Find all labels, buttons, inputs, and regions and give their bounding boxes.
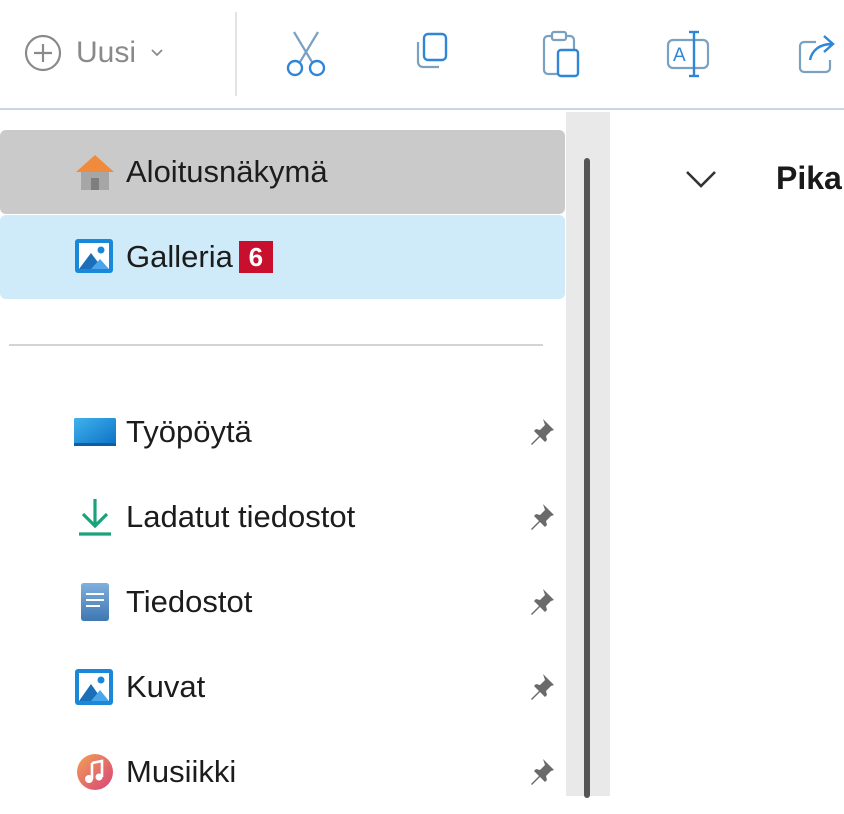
nav-item-pictures-label: Kuvat — [126, 669, 206, 704]
copy-icon[interactable] — [408, 28, 456, 80]
home-icon — [76, 155, 114, 190]
new-button[interactable]: Uusi — [22, 24, 202, 82]
desktop-icon — [74, 418, 116, 446]
plus-circle-icon — [24, 34, 62, 72]
sidebar-divider — [9, 344, 543, 346]
nav-item-gallery-label: Galleria — [126, 239, 233, 274]
nav-item-music[interactable]: Musiikki — [0, 730, 565, 814]
music-icon — [77, 754, 113, 790]
pin-icon[interactable] — [527, 416, 557, 446]
pin-icon[interactable] — [527, 671, 557, 701]
sidebar-scrollbar-thumb[interactable] — [584, 158, 590, 798]
pin-icon[interactable] — [527, 501, 557, 531]
new-button-label: Uusi — [76, 36, 137, 69]
nav-item-home-label: Aloitusnäkymä — [126, 154, 328, 189]
share-icon[interactable] — [794, 28, 842, 80]
paste-icon[interactable] — [538, 28, 586, 80]
section-title: Pika — [776, 160, 842, 196]
toolbar-separator — [235, 12, 237, 96]
gallery-icon — [75, 239, 113, 273]
callout-badge: 6 — [238, 241, 273, 273]
nav-item-pictures[interactable]: Kuvat — [0, 645, 565, 729]
download-icon — [79, 499, 111, 536]
nav-item-home[interactable]: Aloitusnäkymä — [0, 130, 565, 214]
svg-text:A: A — [673, 45, 686, 66]
nav-item-downloads-label: Ladatut tiedostot — [126, 499, 356, 534]
pictures-icon — [75, 669, 113, 705]
nav-item-music-label: Musiikki — [126, 754, 237, 789]
chevron-down-icon[interactable] — [684, 168, 718, 190]
cut-icon[interactable] — [282, 28, 330, 80]
navigation-pane: Aloitusnäkymä Galleria 6 Työpöytä Ladatu… — [0, 112, 566, 796]
nav-item-gallery[interactable]: Galleria 6 — [0, 215, 565, 299]
pin-icon[interactable] — [527, 756, 557, 786]
rename-icon[interactable]: A — [664, 28, 712, 80]
nav-item-desktop-label: Työpöytä — [126, 414, 252, 449]
documents-icon — [81, 583, 109, 621]
command-bar: Uusi A — [0, 0, 844, 110]
nav-item-documents-label: Tiedostot — [126, 584, 253, 619]
pin-icon[interactable] — [527, 586, 557, 616]
nav-item-desktop[interactable]: Työpöytä — [0, 390, 565, 474]
chevron-down-icon — [151, 49, 163, 57]
nav-item-downloads[interactable]: Ladatut tiedostot — [0, 475, 565, 559]
content-pane: Pika — [610, 112, 844, 796]
nav-item-documents[interactable]: Tiedostot — [0, 560, 565, 644]
